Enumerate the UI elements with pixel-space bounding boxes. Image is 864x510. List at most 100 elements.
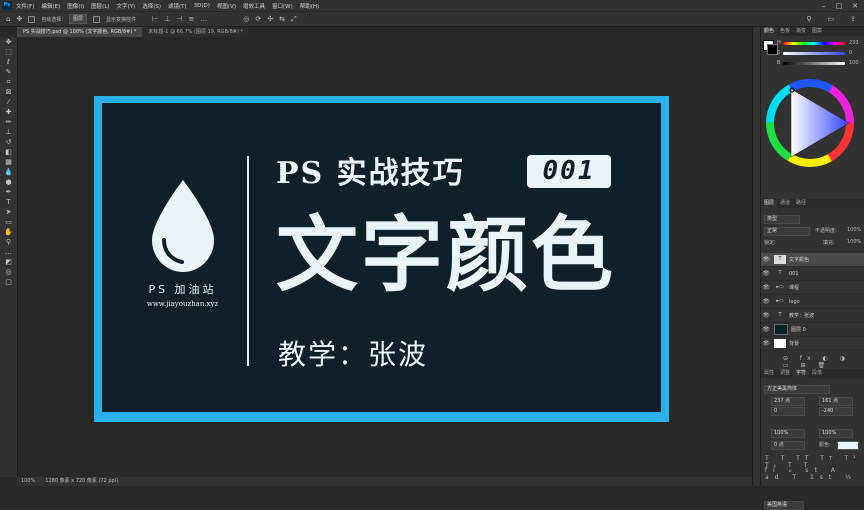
blur-tool-icon[interactable]: 💧 <box>0 167 17 177</box>
kerning-field[interactable]: 0 <box>771 407 805 416</box>
brush-tool-icon[interactable]: ✏ <box>0 117 17 127</box>
tracking-field[interactable]: -240 <box>819 407 853 416</box>
zoom-level[interactable]: 100% <box>21 477 35 486</box>
eye-icon[interactable]: 👁 <box>761 340 771 347</box>
share-icon[interactable]: ⇪ <box>850 15 856 23</box>
shape-tool-icon[interactable]: ▭ <box>0 217 17 227</box>
home-icon[interactable]: ⌂ <box>6 15 10 23</box>
quick-mask-icon[interactable]: ◎ <box>0 267 17 277</box>
3d-mode-icon[interactable]: ◎ <box>243 15 249 23</box>
saturation-slider[interactable] <box>783 52 845 55</box>
dodge-tool-icon[interactable]: ● <box>0 177 17 187</box>
vertical-scale-field[interactable]: 100% <box>771 429 805 438</box>
tab-untitled-1[interactable]: 未标题-1 @ 66.7% (图层 19, RGB/8#) * <box>142 27 249 37</box>
fill-value[interactable]: 100% <box>847 239 861 245</box>
h-value[interactable]: 233 <box>849 40 859 46</box>
distribute-icon[interactable]: ≡ <box>188 15 194 23</box>
layers-footer-icons[interactable]: ⊝ fx ◐ ◑ ▭ ⊞ 🗑 <box>783 355 864 369</box>
menu-image[interactable]: 图像(I) <box>67 2 84 10</box>
marquee-tool-icon[interactable]: ⬚ <box>0 47 17 57</box>
menu-window[interactable]: 窗口(W) <box>272 2 293 10</box>
hue-slider[interactable] <box>783 42 845 45</box>
auto-select-checkbox[interactable] <box>28 15 36 23</box>
baseline-field[interactable]: 0 点 <box>771 441 805 450</box>
healing-tool-icon[interactable]: ✚ <box>0 107 17 117</box>
s-value[interactable]: 0 <box>849 50 852 56</box>
maximize-icon[interactable]: □ <box>836 2 843 10</box>
pen-tool-icon[interactable]: ✒ <box>0 187 17 197</box>
brightness-slider[interactable] <box>783 62 845 65</box>
screen-mode-icon[interactable]: ▢ <box>0 277 17 287</box>
font-size-field[interactable]: 237 点 <box>771 397 805 406</box>
color-swatches-icon[interactable]: ◩ <box>0 257 17 267</box>
layer-row[interactable]: 👁 ▸▭ logo <box>761 295 864 309</box>
more-tools-icon[interactable]: … <box>0 247 17 257</box>
opacity-value[interactable]: 100% <box>847 227 861 233</box>
lasso-tool-icon[interactable]: ℓ <box>0 57 17 67</box>
move-tool-icon[interactable]: ✥ <box>0 37 17 47</box>
auto-select-dropdown[interactable]: 图层 <box>69 14 88 24</box>
tab-adjustments[interactable]: 调整 <box>777 369 793 378</box>
menu-view[interactable]: 视图(V) <box>217 2 236 10</box>
eye-icon[interactable]: 👁 <box>761 256 771 263</box>
3d-scale-icon[interactable]: ⤢ <box>291 15 297 23</box>
tab-channels[interactable]: 通道 <box>777 199 793 208</box>
menu-layer[interactable]: 图层(L) <box>91 2 109 10</box>
menu-select[interactable]: 选择(S) <box>142 2 161 10</box>
menu-filter[interactable]: 滤镜(T) <box>168 2 187 10</box>
close-icon[interactable]: ✕ <box>852 2 858 10</box>
tab-paragraph[interactable]: 段落 <box>809 369 825 378</box>
tab-layers[interactable]: 图层 <box>761 199 778 208</box>
quick-select-tool-icon[interactable]: ✎ <box>0 67 17 77</box>
frame-tool-icon[interactable]: ⊠ <box>0 87 17 97</box>
align-center-icon[interactable]: ⊥ <box>164 15 170 23</box>
font-family-select[interactable]: 方正美黑简体 <box>764 385 830 394</box>
workspace-icon[interactable]: ▭ <box>828 15 835 23</box>
horizontal-scale-field[interactable]: 100% <box>819 429 853 438</box>
more-icon[interactable]: … <box>200 15 207 23</box>
search-icon[interactable]: ⚲ <box>806 15 811 23</box>
path-select-tool-icon[interactable]: ➤ <box>0 207 17 217</box>
tab-color[interactable]: 颜色 <box>761 27 778 36</box>
zoom-tool-icon[interactable]: ⚲ <box>0 237 17 247</box>
language-select[interactable]: 美国英语 <box>764 501 804 510</box>
minimize-icon[interactable]: – <box>822 2 826 10</box>
leading-field[interactable]: 161 点 <box>819 397 853 406</box>
eye-icon[interactable]: 👁 <box>761 270 771 277</box>
tab-ps-shizhan[interactable]: PS 实战技巧.psd @ 100% (文字颜色, RGB/8#) * <box>17 27 143 37</box>
photoshop-logo-icon[interactable]: Ps <box>2 1 12 10</box>
3d-rotate-icon[interactable]: ⟳ <box>255 15 261 23</box>
menu-edit[interactable]: 编辑(E) <box>41 2 60 10</box>
tab-swatches[interactable]: 色板 <box>777 27 793 36</box>
3d-pan-icon[interactable]: ✣ <box>267 15 273 23</box>
document-size[interactable]: 1280 像素 x 720 像素 (72 ppi) <box>45 477 118 486</box>
tab-paths[interactable]: 路径 <box>793 199 809 208</box>
opentype-buttons[interactable]: fi ℴ st A ad T 1st ½ <box>765 467 864 481</box>
color-wheel[interactable] <box>763 71 863 171</box>
layer-row[interactable]: 👁 T 文字颜色 <box>761 253 864 267</box>
align-right-icon[interactable]: ⊣ <box>176 15 182 23</box>
menu-file[interactable]: 文件(F) <box>16 2 34 10</box>
history-brush-tool-icon[interactable]: ↺ <box>0 137 17 147</box>
text-color-swatch[interactable] <box>837 441 859 450</box>
menu-help[interactable]: 帮助(H) <box>300 2 319 10</box>
b-value[interactable]: 100 <box>849 60 859 66</box>
align-left-icon[interactable]: ⊢ <box>152 15 158 23</box>
eye-icon[interactable]: 👁 <box>761 284 771 291</box>
eraser-tool-icon[interactable]: ◧ <box>0 147 17 157</box>
eyedropper-tool-icon[interactable]: ⁄ <box>0 97 17 107</box>
layer-row[interactable]: 👁 T 001 <box>761 267 864 281</box>
move-tool-icon[interactable]: ✥ <box>16 15 22 23</box>
tab-gradients[interactable]: 渐变 <box>793 27 809 36</box>
eye-icon[interactable]: 👁 <box>761 298 771 305</box>
crop-tool-icon[interactable]: ⌗ <box>0 77 17 87</box>
hand-tool-icon[interactable]: ✋ <box>0 227 17 237</box>
layer-filter-kind[interactable]: 类型 <box>764 215 800 224</box>
layer-row[interactable]: 👁 T 教学：张波 <box>761 309 864 323</box>
tab-properties[interactable]: 属性 <box>761 369 777 378</box>
show-transform-checkbox[interactable] <box>93 15 101 23</box>
layer-row[interactable]: 👁 图层 0 <box>761 323 864 337</box>
clone-stamp-tool-icon[interactable]: ⊥ <box>0 127 17 137</box>
type-tool-icon[interactable]: T <box>0 197 17 207</box>
blend-mode-select[interactable]: 正常 <box>764 227 810 236</box>
